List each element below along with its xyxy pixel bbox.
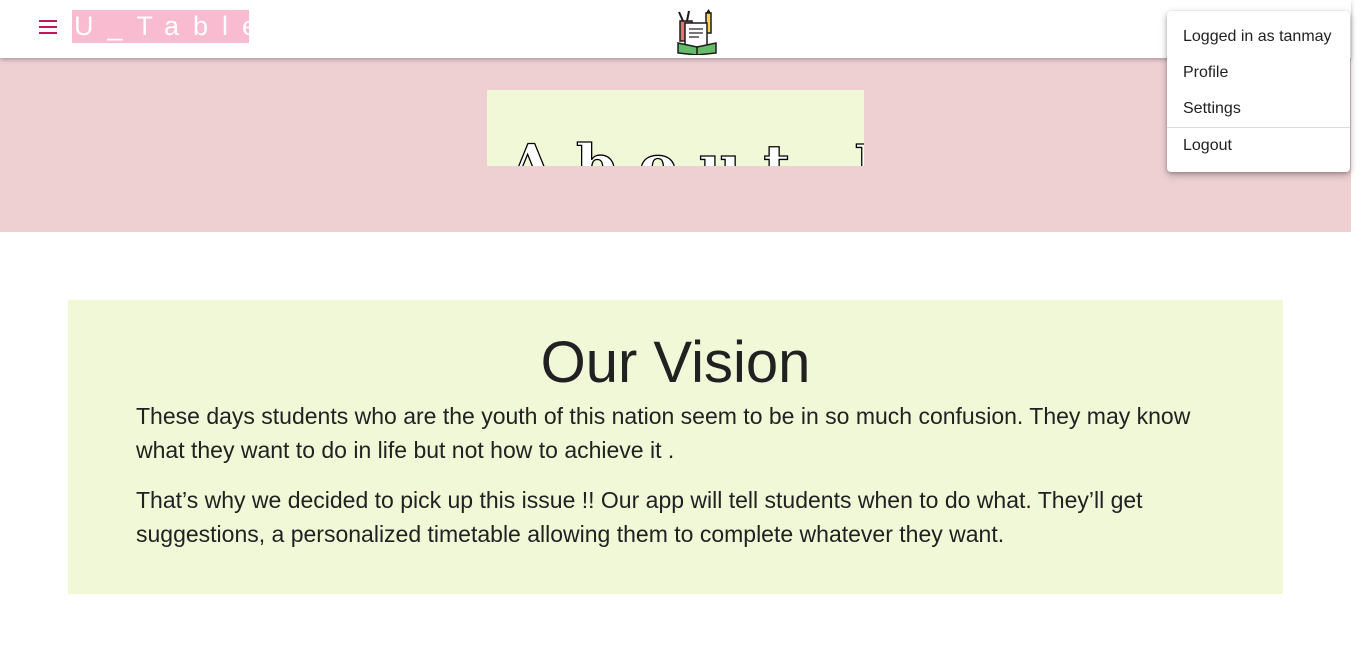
hamburger-menu-icon: [39, 20, 57, 34]
books-and-pencils-logo-icon: [677, 9, 717, 56]
vision-card: Our Vision These days students who are t…: [68, 300, 1283, 594]
scrollbar-gutter: [1351, 0, 1362, 663]
about-hero: About Us: [0, 58, 1351, 232]
page-title: About Us: [508, 131, 864, 166]
top-app-bar: U_Table: [0, 0, 1351, 58]
logged-in-label: Logged in as tanmay: [1183, 28, 1332, 45]
vision-heading: Our Vision: [540, 330, 811, 395]
menu-item-logout[interactable]: Logout: [1183, 136, 1232, 156]
menu-button[interactable]: [36, 17, 60, 37]
user-dropdown-menu: Logged in as tanmay Profile Settings Log…: [1167, 11, 1350, 172]
page: U_Table About Us: [0, 0, 1362, 663]
vision-paragraph-1: These days students who are the youth of…: [136, 403, 1191, 463]
hero-title-box: About Us: [487, 90, 864, 166]
menu-item-profile[interactable]: Profile: [1183, 63, 1228, 83]
vision-paragraph-2: That’s why we decided to pick up this is…: [136, 487, 1143, 547]
app-logo: [675, 9, 721, 56]
brand-title[interactable]: U_Table: [72, 10, 249, 43]
menu-item-settings[interactable]: Settings: [1183, 99, 1241, 119]
menu-divider: [1167, 127, 1350, 128]
